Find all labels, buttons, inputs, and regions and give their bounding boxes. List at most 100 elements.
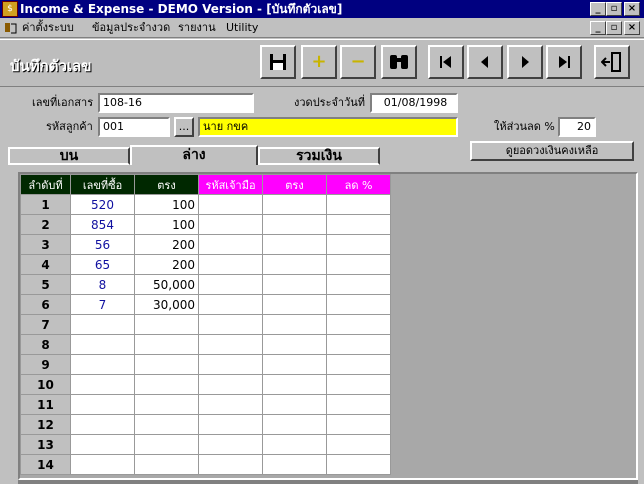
- first-record-button[interactable]: [428, 45, 464, 79]
- number-cell[interactable]: [70, 394, 135, 415]
- table-row[interactable]: 10: [20, 374, 391, 395]
- straight-2-cell[interactable]: [262, 354, 327, 375]
- number-cell[interactable]: 7: [70, 294, 135, 315]
- menu-settings[interactable]: ค่าตั้งระบบ: [22, 20, 74, 36]
- number-cell[interactable]: [70, 354, 135, 375]
- discount-cell[interactable]: [326, 414, 391, 435]
- dealer-cell[interactable]: [198, 294, 263, 315]
- dealer-cell[interactable]: [198, 194, 263, 215]
- number-cell[interactable]: [70, 454, 135, 475]
- amount-cell[interactable]: 200: [134, 254, 199, 275]
- discount-cell[interactable]: [326, 374, 391, 395]
- discount-cell[interactable]: [326, 274, 391, 295]
- table-row[interactable]: 12: [20, 414, 391, 435]
- number-cell[interactable]: [70, 414, 135, 435]
- last-record-button[interactable]: [546, 45, 582, 79]
- discount-cell[interactable]: [326, 314, 391, 335]
- number-cell[interactable]: 56: [70, 234, 135, 255]
- amount-cell[interactable]: [134, 374, 199, 395]
- straight-2-cell[interactable]: [262, 394, 327, 415]
- horizontal-scrollbar[interactable]: [18, 480, 638, 484]
- child-window-icon[interactable]: [4, 21, 18, 35]
- dealer-cell[interactable]: [198, 454, 263, 475]
- amount-cell[interactable]: 50,000: [134, 274, 199, 295]
- dealer-cell[interactable]: [198, 334, 263, 355]
- straight-2-cell[interactable]: [262, 414, 327, 435]
- maximize-button[interactable]: ▫: [606, 2, 622, 16]
- straight-2-cell[interactable]: [262, 194, 327, 215]
- period-field[interactable]: 01/08/1998: [370, 93, 458, 113]
- customer-code-field[interactable]: 001: [98, 117, 170, 137]
- straight-2-cell[interactable]: [262, 334, 327, 355]
- amount-cell[interactable]: 200: [134, 234, 199, 255]
- discount-cell[interactable]: [326, 294, 391, 315]
- number-cell[interactable]: [70, 434, 135, 455]
- table-row[interactable]: 11: [20, 394, 391, 415]
- dealer-cell[interactable]: [198, 214, 263, 235]
- straight-2-cell[interactable]: [262, 454, 327, 475]
- straight-2-cell[interactable]: [262, 374, 327, 395]
- number-cell[interactable]: [70, 374, 135, 395]
- dealer-cell[interactable]: [198, 394, 263, 415]
- amount-cell[interactable]: [134, 414, 199, 435]
- straight-2-cell[interactable]: [262, 254, 327, 275]
- number-cell[interactable]: 8: [70, 274, 135, 295]
- discount-cell[interactable]: [326, 254, 391, 275]
- exit-button[interactable]: [594, 45, 630, 79]
- number-cell[interactable]: 854: [70, 214, 135, 235]
- amount-cell[interactable]: [134, 334, 199, 355]
- table-row[interactable]: 4 65 200: [20, 254, 391, 275]
- number-cell[interactable]: [70, 314, 135, 335]
- table-row[interactable]: 3 56 200: [20, 234, 391, 255]
- table-row[interactable]: 9: [20, 354, 391, 375]
- app-icon[interactable]: $: [2, 1, 18, 17]
- straight-2-cell[interactable]: [262, 274, 327, 295]
- close-button[interactable]: ×: [624, 2, 640, 16]
- number-cell[interactable]: [70, 334, 135, 355]
- number-cell[interactable]: 65: [70, 254, 135, 275]
- table-row[interactable]: 5 8 50,000: [20, 274, 391, 295]
- amount-cell[interactable]: 100: [134, 214, 199, 235]
- number-cell[interactable]: 520: [70, 194, 135, 215]
- discount-cell[interactable]: [326, 354, 391, 375]
- dealer-cell[interactable]: [198, 274, 263, 295]
- table-row[interactable]: 1 520 100: [20, 194, 391, 215]
- dealer-cell[interactable]: [198, 354, 263, 375]
- table-row[interactable]: 8: [20, 334, 391, 355]
- straight-2-cell[interactable]: [262, 314, 327, 335]
- straight-2-cell[interactable]: [262, 214, 327, 235]
- amount-cell[interactable]: [134, 394, 199, 415]
- child-minimize-button[interactable]: _: [590, 21, 606, 35]
- straight-2-cell[interactable]: [262, 434, 327, 455]
- add-button[interactable]: +: [301, 45, 337, 79]
- tab-lower[interactable]: ล่าง: [130, 145, 258, 165]
- menu-period-data[interactable]: ข้อมูลประจำงวด: [92, 20, 170, 36]
- straight-2-cell[interactable]: [262, 234, 327, 255]
- find-button[interactable]: [381, 45, 417, 79]
- straight-2-cell[interactable]: [262, 294, 327, 315]
- discount-cell[interactable]: [326, 454, 391, 475]
- minimize-button[interactable]: _: [590, 2, 606, 16]
- remove-button[interactable]: −: [340, 45, 376, 79]
- tab-total[interactable]: รวมเงิน: [258, 147, 380, 165]
- view-balance-button[interactable]: ดูยอดวงเงินคงเหลือ: [470, 141, 634, 161]
- discount-cell[interactable]: [326, 394, 391, 415]
- discount-cell[interactable]: [326, 194, 391, 215]
- menu-reports[interactable]: รายงาน: [178, 20, 216, 36]
- amount-cell[interactable]: [134, 314, 199, 335]
- discount-cell[interactable]: [326, 234, 391, 255]
- dealer-cell[interactable]: [198, 374, 263, 395]
- child-close-button[interactable]: ×: [624, 21, 640, 35]
- child-restore-button[interactable]: ▫: [606, 21, 622, 35]
- table-row[interactable]: 2 854 100: [20, 214, 391, 235]
- dealer-cell[interactable]: [198, 234, 263, 255]
- table-row[interactable]: 14: [20, 454, 391, 475]
- discount-cell[interactable]: [326, 334, 391, 355]
- next-record-button[interactable]: [507, 45, 543, 79]
- amount-cell[interactable]: [134, 454, 199, 475]
- discount-cell[interactable]: [326, 214, 391, 235]
- doc-no-field[interactable]: 108-16: [98, 93, 254, 113]
- table-row[interactable]: 6 7 30,000: [20, 294, 391, 315]
- amount-cell[interactable]: 100: [134, 194, 199, 215]
- discount-field[interactable]: 20: [558, 117, 596, 137]
